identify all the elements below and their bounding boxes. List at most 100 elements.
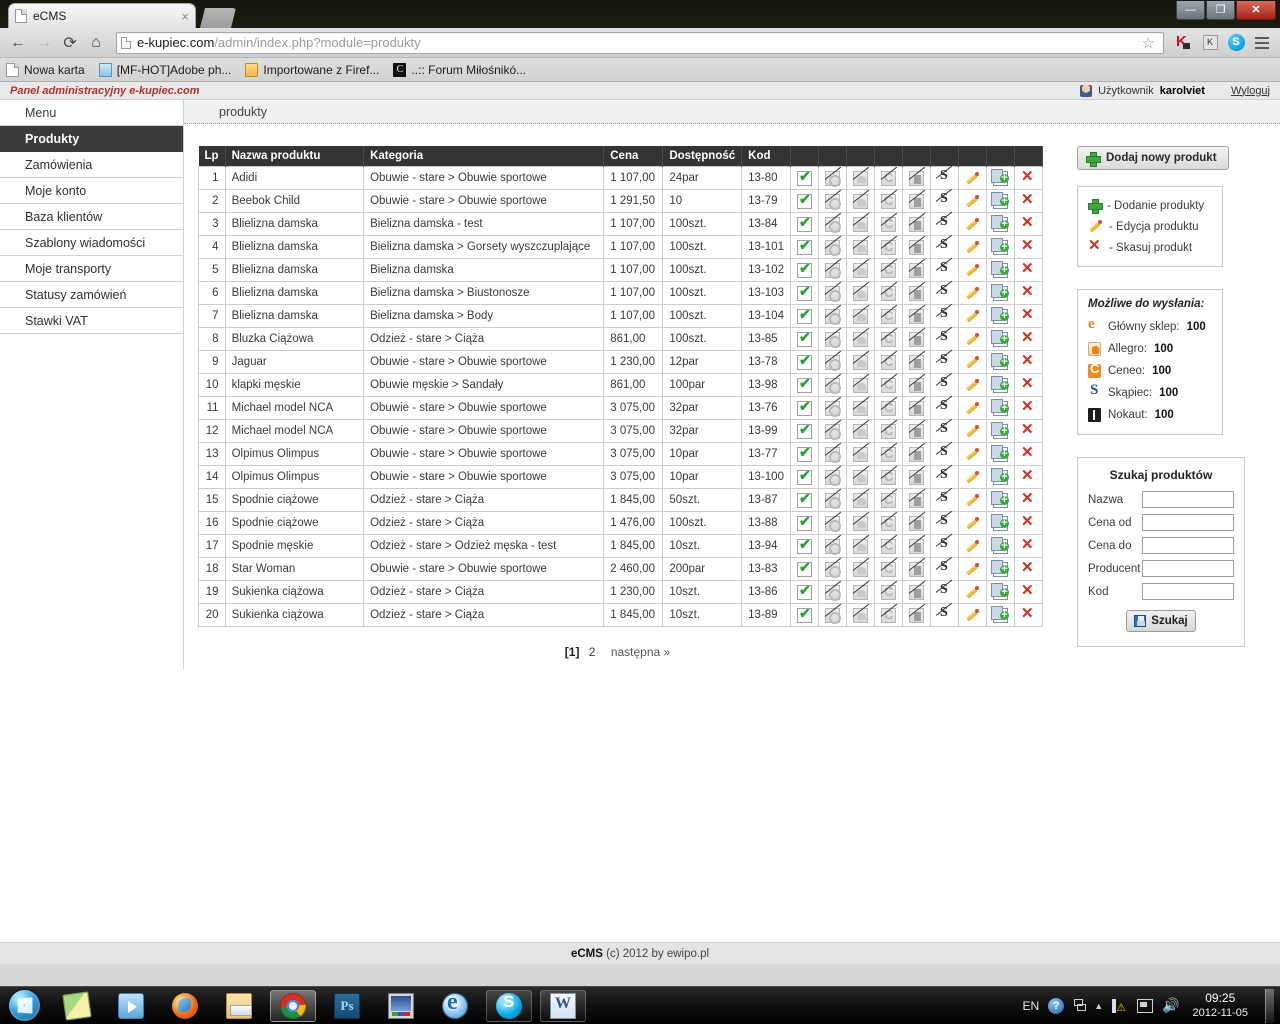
new-tab-button[interactable]	[200, 8, 236, 28]
copy-icon[interactable]	[990, 559, 1009, 577]
cell-action[interactable]	[957, 166, 987, 190]
cell-action[interactable]	[1013, 557, 1044, 581]
nokaut-status-icon[interactable]	[908, 331, 924, 347]
cell-action[interactable]	[901, 350, 931, 374]
copy-icon[interactable]	[990, 214, 1009, 232]
nokaut-status-icon[interactable]	[908, 584, 924, 600]
cell-action[interactable]	[845, 488, 875, 512]
kaspersky-icon[interactable]	[1172, 31, 1196, 55]
cell-action[interactable]	[845, 258, 875, 282]
copy-icon[interactable]	[990, 168, 1009, 186]
ceneo-status-icon[interactable]	[852, 285, 868, 301]
sidebar-item-stawki-vat[interactable]: Stawki VAT	[0, 308, 183, 334]
edit-icon[interactable]	[965, 608, 980, 623]
cell-action[interactable]	[957, 281, 987, 305]
cell-action[interactable]	[957, 212, 987, 236]
delete-icon[interactable]	[1021, 558, 1036, 577]
cell-action[interactable]	[789, 189, 819, 213]
delete-icon[interactable]	[1021, 604, 1036, 623]
edit-icon[interactable]	[965, 309, 980, 324]
ceneo-status-icon[interactable]	[852, 239, 868, 255]
ceneo2-status-icon[interactable]	[880, 354, 896, 370]
cell-action[interactable]	[957, 350, 987, 374]
cell-action[interactable]	[985, 258, 1015, 282]
cell-action[interactable]	[873, 442, 903, 466]
cell-action[interactable]	[929, 442, 959, 466]
skapiec-status-icon[interactable]	[937, 536, 952, 554]
search-input-nazwa[interactable]	[1142, 491, 1234, 508]
cell-action[interactable]	[1013, 488, 1044, 512]
ceneo2-status-icon[interactable]	[880, 584, 896, 600]
cell-action[interactable]	[845, 419, 875, 443]
skapiec-status-icon[interactable]	[937, 237, 952, 255]
cell-action[interactable]	[817, 465, 847, 489]
copy-icon[interactable]	[990, 191, 1009, 209]
nokaut-status-icon[interactable]	[908, 239, 924, 255]
cell-action[interactable]	[985, 511, 1015, 535]
cell-action[interactable]	[789, 557, 819, 581]
cell-action[interactable]	[1013, 419, 1044, 443]
cell-action[interactable]	[901, 258, 931, 282]
cell-action[interactable]	[901, 511, 931, 535]
shop-status-icon[interactable]	[796, 605, 812, 623]
skapiec-status-icon[interactable]	[937, 329, 952, 347]
copy-icon[interactable]	[990, 375, 1009, 393]
shop-status-icon[interactable]	[796, 283, 812, 301]
shop-status-icon[interactable]	[796, 421, 812, 439]
delete-icon[interactable]	[1021, 535, 1036, 554]
allegro-status-icon[interactable]	[824, 262, 841, 279]
cell-action[interactable]	[985, 235, 1015, 259]
copy-icon[interactable]	[990, 237, 1009, 255]
shop-status-icon[interactable]	[796, 375, 812, 393]
ceneo2-status-icon[interactable]	[880, 561, 896, 577]
cell-action[interactable]	[957, 534, 987, 558]
cell-action[interactable]	[817, 212, 847, 236]
cell-action[interactable]	[929, 465, 959, 489]
cell-action[interactable]	[789, 235, 819, 259]
copy-icon[interactable]	[990, 582, 1009, 600]
show-hidden-icons-icon[interactable]: ▲	[1094, 1001, 1103, 1011]
copy-icon[interactable]	[990, 283, 1009, 301]
nokaut-status-icon[interactable]	[908, 446, 924, 462]
search-button[interactable]: Szukaj	[1126, 610, 1196, 632]
skype-extension-icon[interactable]: S	[1224, 31, 1248, 55]
cell-action[interactable]	[957, 304, 987, 328]
cell-action[interactable]	[929, 419, 959, 443]
nokaut-status-icon[interactable]	[908, 170, 924, 186]
edit-icon[interactable]	[965, 470, 980, 485]
cell-action[interactable]	[901, 189, 931, 213]
ceneo2-status-icon[interactable]	[880, 423, 896, 439]
edit-icon[interactable]	[965, 378, 980, 393]
address-bar[interactable]: e-kupiec.com/admin/index.php?module=prod…	[116, 31, 1164, 54]
copy-icon[interactable]	[990, 260, 1009, 278]
copy-icon[interactable]	[990, 467, 1009, 485]
ceneo-status-icon[interactable]	[852, 492, 868, 508]
cell-action[interactable]	[985, 212, 1015, 236]
allegro-status-icon[interactable]	[824, 561, 841, 578]
cell-action[interactable]	[929, 603, 959, 627]
copy-icon[interactable]	[990, 513, 1009, 531]
cell-action[interactable]	[901, 465, 931, 489]
cell-action[interactable]	[957, 442, 987, 466]
volume-icon[interactable]: 🔊	[1162, 997, 1179, 1014]
ceneo-status-icon[interactable]	[852, 446, 868, 462]
allegro-status-icon[interactable]	[824, 285, 841, 302]
show-desktop-button[interactable]	[1265, 988, 1274, 1023]
cell-action[interactable]	[957, 327, 987, 351]
cell-action[interactable]	[901, 281, 931, 305]
delete-icon[interactable]	[1021, 443, 1036, 462]
cell-action[interactable]	[789, 281, 819, 305]
cell-action[interactable]	[845, 373, 875, 397]
skapiec-status-icon[interactable]	[937, 398, 952, 416]
pagination-next[interactable]: następna »	[611, 645, 670, 659]
cell-action[interactable]	[957, 557, 987, 581]
shop-status-icon[interactable]	[796, 536, 812, 554]
cell-action[interactable]	[845, 327, 875, 351]
copy-icon[interactable]	[990, 329, 1009, 347]
taskbar-item-skype[interactable]	[486, 989, 532, 1022]
cell-action[interactable]	[845, 166, 875, 190]
cell-action[interactable]	[1013, 465, 1044, 489]
reload-icon[interactable]: ⟳	[58, 31, 82, 55]
taskbar-item-firefox[interactable]	[162, 990, 208, 1022]
cell-action[interactable]	[845, 235, 875, 259]
